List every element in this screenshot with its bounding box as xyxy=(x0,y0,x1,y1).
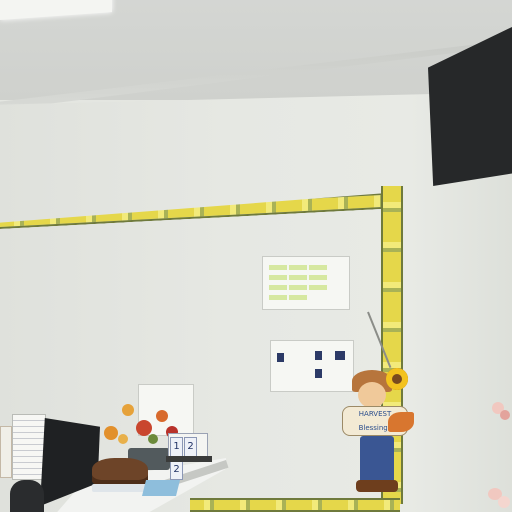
date-digit: 2 xyxy=(184,437,197,457)
desk-phone xyxy=(10,480,44,512)
scarecrow-overalls xyxy=(360,436,394,484)
pinecone-basket xyxy=(92,458,148,486)
blue-note-card xyxy=(142,480,180,496)
posted-list-sheet xyxy=(12,414,46,480)
wall-flowers-right xyxy=(486,392,512,512)
bulletin-border-bottom xyxy=(190,498,400,512)
scarecrow-face xyxy=(358,382,386,408)
date-digit: 1 xyxy=(170,437,183,457)
scarecrow-boots xyxy=(356,480,398,492)
date-digit: 2 xyxy=(170,460,183,480)
posted-paper-left xyxy=(0,426,12,478)
sunflower-decoration xyxy=(386,368,408,390)
autumn-leaf xyxy=(388,412,414,432)
scarecrow-decoration: HARVEST Blessings xyxy=(342,312,416,498)
posted-notice-table xyxy=(262,256,350,310)
classroom-scene: HARVEST Blessings 1 22 xyxy=(0,0,512,512)
calendar-base xyxy=(166,456,212,462)
